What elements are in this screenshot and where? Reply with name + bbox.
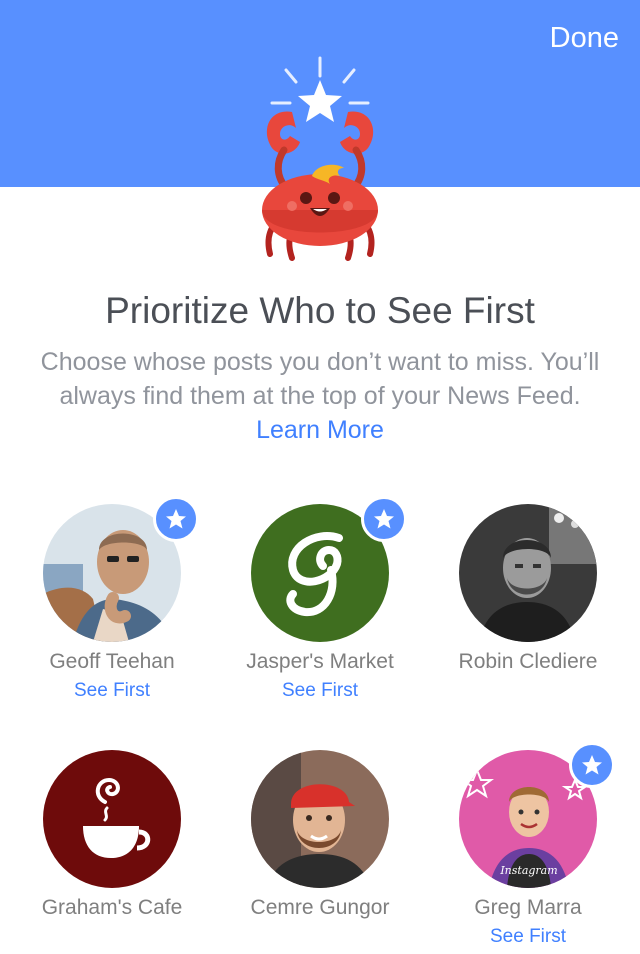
avatar[interactable] <box>251 750 389 888</box>
person-name: Greg Marra <box>474 896 582 919</box>
person-name: Geoff Teehan <box>49 650 175 673</box>
see-first-label: See First <box>73 680 151 701</box>
svg-text:Instagram: Instagram <box>499 864 557 877</box>
person-name: Graham's Cafe <box>41 896 183 919</box>
avatar[interactable] <box>459 504 597 642</box>
star-icon <box>374 509 394 529</box>
star-icon <box>166 509 186 529</box>
see-first-label: See First <box>489 926 567 947</box>
person-name: Cemre Gungor <box>250 896 390 919</box>
star-icon <box>582 755 602 775</box>
crab-holding-star-icon <box>262 56 378 261</box>
subtitle-text: Choose whose posts you don’t want to mis… <box>40 348 600 410</box>
see-first-star-badge <box>361 496 407 542</box>
done-button[interactable]: Done <box>550 22 619 55</box>
see-first-star-badge <box>153 496 199 542</box>
person-name: Robin Clediere <box>458 650 598 673</box>
see-first-star-badge <box>569 742 615 788</box>
see-first-label: See First <box>281 680 359 701</box>
avatar[interactable] <box>43 750 181 888</box>
page-title: Prioritize Who to See First <box>105 290 535 331</box>
learn-more-link[interactable]: Learn More <box>256 416 384 444</box>
page-subtitle: Choose whose posts you don’t want to mis… <box>40 345 600 447</box>
person-name: Jasper's Market <box>246 650 394 673</box>
